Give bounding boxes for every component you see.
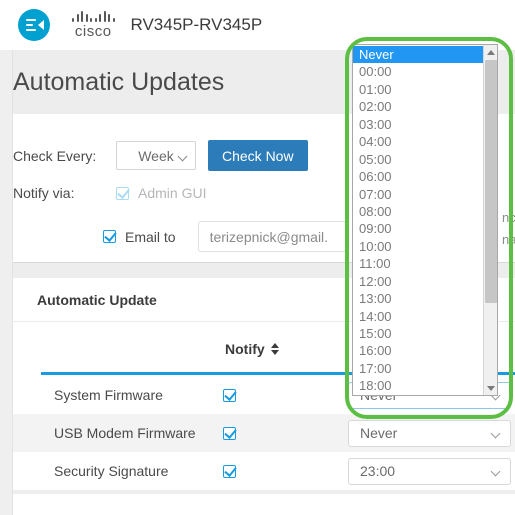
dropdown-option[interactable]: 07:00 xyxy=(353,186,484,203)
row-notify-checkbox[interactable] xyxy=(223,426,236,440)
dropdown-options-container: Never 00:00 01:00 02:00 03:00 04:00 05:00 06:00… xyxy=(353,45,484,395)
edge-text-fragment-bottom: na xyxy=(502,232,515,247)
email-to-row: Email to xyxy=(13,221,346,252)
application-window: cisco RV345P-RV345P Automatic Updates Ch… xyxy=(0,0,515,515)
check-every-value: Week xyxy=(138,147,174,164)
cisco-wordmark-text: cisco xyxy=(74,22,112,40)
scroll-down-arrow-icon[interactable] xyxy=(484,381,497,395)
dropdown-option[interactable]: 00:00 xyxy=(353,63,484,80)
row-schedule-select[interactable]: 23:00 xyxy=(348,457,511,485)
dropdown-option[interactable]: 01:00 xyxy=(353,81,484,98)
dropdown-option[interactable]: 04:00 xyxy=(353,133,484,150)
email-to-label: Email to xyxy=(125,228,176,245)
row-name: System Firmware xyxy=(54,387,163,403)
dropdown-option[interactable]: 16:00 xyxy=(353,342,484,359)
scroll-up-arrow-icon[interactable] xyxy=(484,45,497,59)
collapse-menu-icon[interactable] xyxy=(18,9,50,41)
check-now-button[interactable]: Check Now xyxy=(208,140,308,171)
dropdown-option[interactable]: 08:00 xyxy=(353,203,484,220)
app-header: cisco RV345P-RV345P xyxy=(0,0,515,50)
admin-gui-checkbox xyxy=(116,186,129,200)
schedule-dropdown-list[interactable]: Never 00:00 01:00 02:00 03:00 04:00 05:00 06:00… xyxy=(352,44,498,396)
check-every-row: Check Every: Week Check Now xyxy=(13,140,308,171)
column-header-notify-label: Notify xyxy=(225,341,265,357)
left-gutter xyxy=(0,0,13,515)
row-name: USB Modem Firmware xyxy=(54,425,196,441)
dropdown-option[interactable]: 14:00 xyxy=(353,308,484,325)
sort-icon xyxy=(270,343,279,355)
dropdown-option[interactable]: 15:00 xyxy=(353,325,484,342)
menu-bars-icon xyxy=(26,19,36,31)
dropdown-option[interactable]: 05:00 xyxy=(353,151,484,168)
cisco-bridge-icon xyxy=(72,10,115,22)
dropdown-option[interactable]: 09:00 xyxy=(353,220,484,237)
row-notify-checkbox[interactable] xyxy=(223,464,236,478)
bottom-filler xyxy=(13,494,515,515)
collapse-arrow-icon xyxy=(38,20,44,30)
dropdown-option[interactable]: 03:00 xyxy=(353,116,484,133)
email-address-input[interactable] xyxy=(197,221,346,252)
row-schedule-value: Never xyxy=(360,425,398,441)
dropdown-option[interactable]: 18:00 xyxy=(353,377,484,394)
chevron-down-icon xyxy=(177,151,188,162)
dropdown-option[interactable]: 13:00 xyxy=(353,290,484,307)
table-row: Security Signature 23:00 xyxy=(13,452,515,490)
table-row: USB Modem Firmware Never xyxy=(13,414,515,452)
notify-via-label: Notify via: xyxy=(13,185,75,201)
dropdown-option[interactable]: 17:00 xyxy=(353,360,484,377)
dropdown-option[interactable]: 12:00 xyxy=(353,273,484,290)
check-every-select[interactable]: Week xyxy=(116,141,196,170)
column-header-notify[interactable]: Notify xyxy=(225,341,279,357)
chevron-down-icon xyxy=(490,428,501,438)
page-title: Automatic Updates xyxy=(13,67,225,96)
edge-text-fragment-top: nc xyxy=(502,210,515,225)
dropdown-option[interactable]: 11:00 xyxy=(353,255,484,272)
dropdown-option[interactable]: 02:00 xyxy=(353,98,484,115)
dropdown-scrollbar[interactable] xyxy=(483,45,497,395)
chevron-down-icon xyxy=(490,466,501,476)
row-schedule-value: 23:00 xyxy=(360,463,396,479)
email-to-checkbox[interactable] xyxy=(103,230,116,243)
notify-via-row: Notify via: Admin GUI xyxy=(13,185,206,201)
device-name-label: RV345P-RV345P xyxy=(130,15,263,34)
dropdown-option[interactable]: Never xyxy=(353,46,484,64)
row-schedule-select[interactable]: Never xyxy=(348,419,511,447)
scrollbar-thumb[interactable] xyxy=(485,60,497,303)
dropdown-option[interactable]: 10:00 xyxy=(353,238,484,255)
check-every-label: Check Every: xyxy=(13,147,97,164)
dropdown-option[interactable]: 06:00 xyxy=(353,168,484,185)
cisco-logo: cisco xyxy=(72,10,115,40)
row-name: Security Signature xyxy=(54,463,169,479)
admin-gui-label: Admin GUI xyxy=(138,185,207,201)
row-notify-checkbox[interactable] xyxy=(223,388,236,402)
